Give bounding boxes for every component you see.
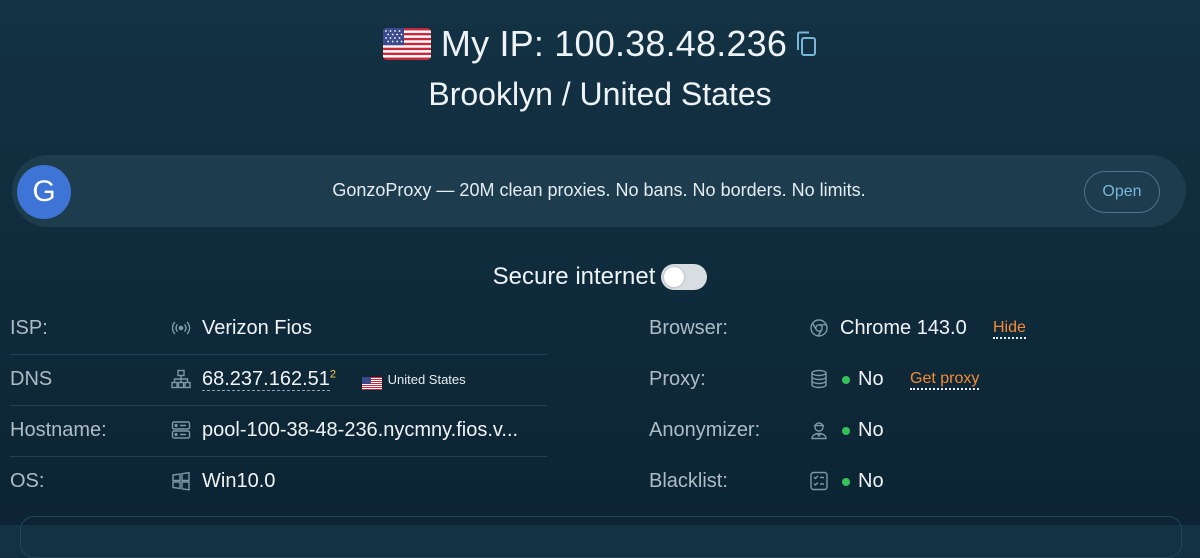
proxy-label: Proxy: — [649, 368, 706, 390]
blacklist-row: Blacklist: No — [649, 456, 1200, 507]
dns-row: DNS 68.237.162.512 United States — [10, 354, 547, 406]
browser-row: Browser: Chrome 143.0 Hide — [649, 303, 1200, 354]
dns-value[interactable]: 68.237.162.51 — [202, 368, 330, 391]
isp-label: ISP: — [10, 317, 48, 339]
dns-country: United States — [387, 372, 466, 388]
open-button[interactable]: Open — [1084, 171, 1160, 213]
isp-row: ISP: Verizon Fios — [10, 303, 547, 355]
os-row: OS: Win10.0 — [10, 456, 547, 507]
anonymizer-label: Anonymizer: — [649, 419, 761, 441]
server-icon — [171, 420, 191, 440]
proxy-value: No — [858, 368, 884, 390]
blacklist-status-dot — [842, 478, 850, 486]
os-value: Win10.0 — [202, 470, 276, 492]
checklist-icon — [809, 471, 829, 491]
dns-value-group: 68.237.162.512 United States — [202, 368, 466, 391]
ip-title: My IP: 100.38.48.236 — [440, 23, 788, 64]
promo-banner: G GonzoProxy — 20M clean proxies. No ban… — [12, 155, 1186, 227]
os-label: OS: — [10, 470, 45, 492]
us-flag-small-icon — [361, 373, 382, 391]
get-proxy-link[interactable]: Get proxy — [910, 370, 980, 390]
ip-line: My IP: 100.38.48.236 — [0, 14, 1200, 74]
windows-icon — [171, 471, 191, 491]
anonymizer-value: No — [858, 419, 884, 441]
hostname-label: Hostname: — [10, 419, 107, 441]
anonymizer-row: Anonymizer: No — [649, 405, 1200, 456]
secure-internet-row: Secure internet — [0, 263, 1200, 291]
secure-internet-toggle[interactable] — [661, 264, 708, 290]
spy-icon — [809, 420, 829, 440]
toggle-knob — [664, 267, 685, 287]
database-icon — [809, 369, 829, 389]
hide-link[interactable]: Hide — [993, 319, 1026, 339]
hostname-value: pool-100-38-48-236.nycmny.fios.v... — [202, 419, 519, 441]
us-flag-icon — [382, 28, 431, 60]
network-icon — [171, 369, 191, 389]
proxy-status-dot — [842, 376, 850, 384]
secure-internet-label: Secure internet — [492, 263, 656, 290]
bottom-panel-edge — [20, 516, 1182, 558]
dns-count: 2 — [329, 368, 337, 381]
blacklist-value: No — [858, 470, 884, 492]
hostname-row: Hostname: pool-100-38-48-236.nycmny.fios… — [10, 405, 547, 457]
promo-text: GonzoProxy — 20M clean proxies. No bans.… — [332, 180, 866, 200]
anonymizer-status-dot — [842, 427, 850, 435]
isp-value: Verizon Fios — [202, 317, 313, 339]
copy-icon[interactable] — [795, 31, 817, 57]
location-text: Brooklyn / United States — [428, 76, 772, 112]
chrome-icon — [809, 318, 829, 338]
ip-header: My IP: 100.38.48.236 Brooklyn / United S… — [0, 14, 1200, 113]
proxy-row: Proxy: No Get proxy — [649, 354, 1200, 405]
browser-value: Chrome 143.0 — [840, 317, 967, 339]
dns-label: DNS — [10, 368, 53, 390]
broadcast-icon — [171, 318, 191, 338]
blacklist-label: Blacklist: — [649, 470, 728, 492]
browser-label: Browser: — [649, 317, 728, 339]
